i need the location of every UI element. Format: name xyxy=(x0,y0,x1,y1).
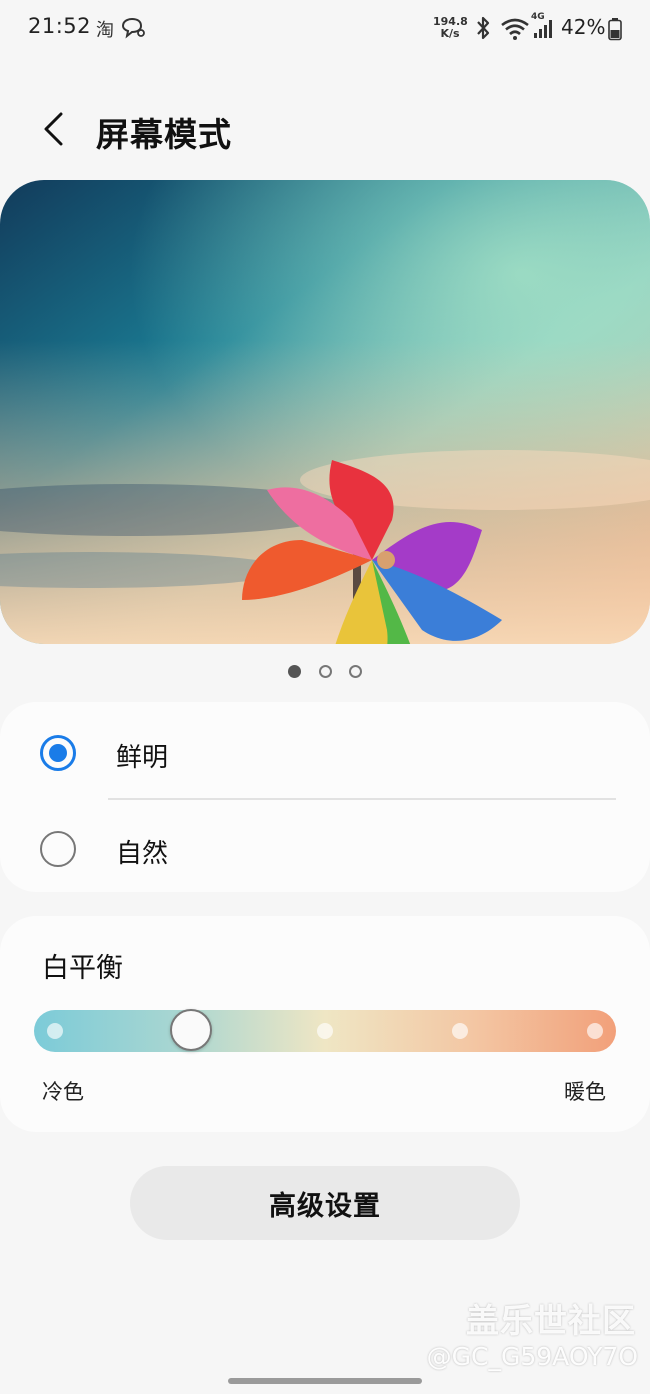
watermark-user: @GC_G59AOY7O xyxy=(426,1342,638,1371)
pager-dot-2[interactable] xyxy=(318,665,332,678)
chevron-left-icon xyxy=(44,112,63,146)
battery-icon xyxy=(608,17,622,45)
slider-tick-4 xyxy=(452,1023,468,1039)
net-speed-unit: K/s xyxy=(440,27,460,40)
battery-percent: 42% xyxy=(561,15,606,39)
cold-label: 冷色 xyxy=(42,1080,84,1104)
slider-tick-5 xyxy=(587,1023,603,1039)
natural-radio[interactable] xyxy=(40,831,76,867)
chat-icon xyxy=(120,17,146,43)
natural-label: 自然 xyxy=(116,839,169,869)
screen-mode-options: 鲜明 自然 xyxy=(0,702,650,892)
net-speed: 194.8 K/s xyxy=(433,16,468,40)
preview-pager xyxy=(0,661,650,678)
back-button[interactable] xyxy=(30,106,76,152)
wifi-icon xyxy=(500,17,530,45)
advanced-settings-button[interactable]: 高级设置 xyxy=(130,1166,520,1240)
pager-dot-1[interactable] xyxy=(288,665,302,678)
white-balance-card: 白平衡 冷色 暖色 xyxy=(0,916,650,1132)
home-indicator[interactable] xyxy=(228,1378,422,1384)
warm-label: 暖色 xyxy=(564,1080,606,1104)
watermark-site: 盖乐世社区 xyxy=(466,1301,636,1340)
slider-tick-3 xyxy=(317,1023,333,1039)
vivid-radio[interactable] xyxy=(40,735,76,771)
white-balance-slider[interactable] xyxy=(34,1010,616,1052)
status-bar: 21:52 淘 194.8 K/s 4G 42% xyxy=(0,0,650,58)
taobao-icon: 淘 xyxy=(96,20,114,41)
pager-dot-3[interactable] xyxy=(348,665,362,678)
signal-icon xyxy=(532,18,556,44)
status-time: 21:52 xyxy=(28,14,92,38)
mode-option-vivid[interactable]: 鲜明 xyxy=(0,704,650,798)
mode-option-natural[interactable]: 自然 xyxy=(0,800,650,894)
slider-tick-1 xyxy=(47,1023,63,1039)
page-title: 屏幕模式 xyxy=(96,115,232,154)
white-balance-thumb[interactable] xyxy=(170,1009,212,1051)
vivid-label: 鲜明 xyxy=(116,743,169,773)
bluetooth-icon xyxy=(474,15,492,45)
screen-mode-page: 21:52 淘 194.8 K/s 4G 42% 屏幕模式 鲜明 自然 白平衡 … xyxy=(0,0,650,1394)
preview-image[interactable] xyxy=(0,180,650,644)
pinwheel-photo xyxy=(0,180,650,644)
white-balance-title: 白平衡 xyxy=(42,953,123,984)
